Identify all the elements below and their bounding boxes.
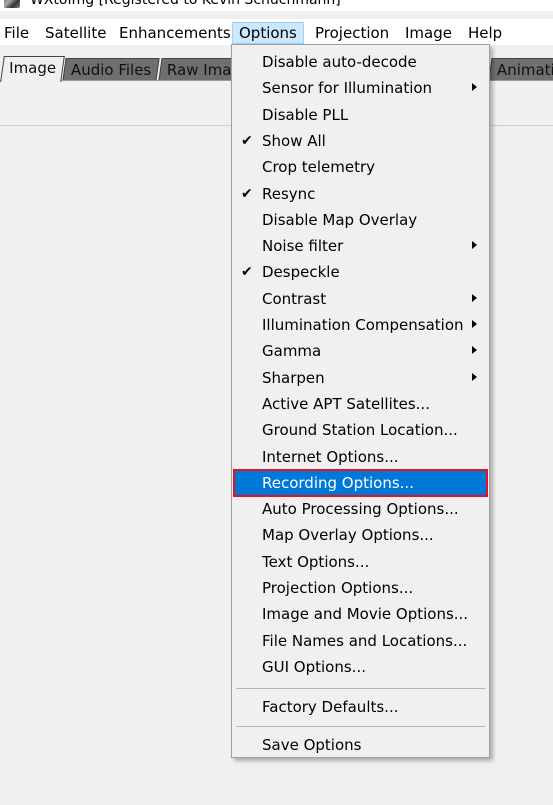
tab-image-label: Image xyxy=(9,59,57,77)
menu-item-contrast[interactable]: Contrast xyxy=(234,286,487,312)
tab-raw-image-label: Raw Ima xyxy=(166,61,232,79)
menu-item-gui-options[interactable]: GUI Options... xyxy=(234,654,487,680)
menu-help[interactable]: Help xyxy=(462,23,508,43)
menu-item-label: Disable Map Overlay xyxy=(262,210,418,229)
menu-item-save-options[interactable]: Save Options xyxy=(234,732,487,758)
menu-item-crop-telemetry[interactable]: Crop telemetry xyxy=(234,154,487,180)
menu-projection[interactable]: Projection xyxy=(309,23,395,43)
menu-item-label: GUI Options... xyxy=(262,657,366,676)
menu-item-label: Projection Options... xyxy=(262,579,414,597)
menu-item-ground-station-location[interactable]: Ground Station Location... xyxy=(234,417,487,443)
menu-item-label: Resync xyxy=(262,184,316,203)
menu-item-sensor-for-illumination[interactable]: Sensor for Illumination xyxy=(234,75,487,101)
menu-item-auto-processing-options[interactable]: Auto Processing Options... xyxy=(234,496,487,522)
menu-item-label: Sensor for Illumination xyxy=(262,79,433,98)
menu-item-factory-defaults[interactable]: Factory Defaults... xyxy=(234,694,487,720)
menu-enhancements[interactable]: Enhancements xyxy=(113,23,237,43)
submenu-arrow-icon xyxy=(472,320,477,328)
window-title: WXtoImg [Registered to Kevin Schuchmann] xyxy=(30,0,341,8)
menu-file[interactable]: File xyxy=(0,23,35,43)
menu-item-label: File Names and Locations... xyxy=(262,631,468,650)
menu-item-show-all[interactable]: ✔ Show All xyxy=(234,128,487,154)
menu-item-image-and-movie-options[interactable]: Image and Movie Options... xyxy=(234,601,487,627)
menu-item-label: Factory Defaults... xyxy=(262,698,399,717)
menu-item-active-apt-satellites[interactable]: Active APT Satellites... xyxy=(234,391,487,417)
menu-item-disable-map-overlay[interactable]: Disable Map Overlay xyxy=(234,207,487,233)
checkmark-icon: ✔ xyxy=(241,185,253,202)
menu-item-file-names-and-locations[interactable]: File Names and Locations... xyxy=(234,628,487,654)
app-icon xyxy=(4,0,20,8)
menu-item-disable-auto-decode[interactable]: Disable auto-decode xyxy=(234,49,487,75)
menu-item-label: Despeckle xyxy=(262,263,340,282)
menu-item-map-overlay-options[interactable]: Map Overlay Options... xyxy=(234,522,487,548)
submenu-arrow-icon xyxy=(472,346,477,355)
menu-item-label: Auto Processing Options... xyxy=(262,500,459,519)
menu-item-text-options[interactable]: Text Options... xyxy=(234,549,487,575)
menu-separator xyxy=(236,726,485,728)
tab-raw-image[interactable]: Raw Ima xyxy=(158,58,241,81)
menu-separator xyxy=(236,688,485,690)
menu-item-label: Active APT Satellites... xyxy=(262,394,430,413)
checkmark-icon: ✔ xyxy=(241,132,253,149)
menu-item-recording-options[interactable]: Recording Options... xyxy=(233,468,488,497)
tab-animation[interactable]: Animatio xyxy=(488,58,553,81)
menu-image[interactable]: Image xyxy=(399,23,458,43)
menu-item-label: Illumination Compensation xyxy=(262,316,464,334)
menu-item-label: Image and Movie Options... xyxy=(262,605,469,624)
menu-item-label: Recording Options... xyxy=(262,473,414,492)
menu-item-label: Sharpen xyxy=(262,368,325,387)
options-dropdown-menu: Disable auto-decode Sensor for Illuminati… xyxy=(231,44,490,758)
menu-item-disable-pll[interactable]: Disable PLL xyxy=(234,102,487,128)
tab-image[interactable]: Image xyxy=(0,56,65,82)
menu-item-gamma[interactable]: Gamma xyxy=(234,338,487,364)
submenu-arrow-icon xyxy=(472,83,477,92)
submenu-arrow-icon xyxy=(472,241,477,250)
title-bar: WXtoImg [Registered to Kevin Schuchmann] xyxy=(0,0,553,11)
menu-item-label: Gamma xyxy=(262,342,322,361)
menu-item-label: Disable auto-decode xyxy=(262,53,417,71)
menu-item-illumination-compensation[interactable]: Illumination Compensation xyxy=(234,312,487,338)
menu-item-label: Contrast xyxy=(262,289,327,308)
menu-item-sharpen[interactable]: Sharpen xyxy=(234,365,487,391)
menu-item-despeckle[interactable]: ✔ Despeckle xyxy=(234,259,487,285)
menu-item-label: Save Options xyxy=(262,736,362,755)
menu-item-label: Ground Station Location... xyxy=(262,421,458,440)
menu-item-label: Crop telemetry xyxy=(262,158,376,177)
menu-item-label: Internet Options... xyxy=(262,447,399,466)
menu-item-label: Disable PLL xyxy=(262,105,349,124)
menu-item-label: Noise filter xyxy=(262,237,344,256)
tab-audio-files[interactable]: Audio Files xyxy=(62,58,160,81)
submenu-arrow-icon xyxy=(472,293,477,302)
menu-item-resync[interactable]: ✔ Resync xyxy=(234,181,487,207)
checkmark-icon: ✔ xyxy=(241,264,253,281)
menu-item-projection-options[interactable]: Projection Options... xyxy=(234,575,487,601)
tab-animation-label: Animatio xyxy=(496,61,553,79)
menu-item-label: Show All xyxy=(262,131,326,150)
menu-item-label: Text Options... xyxy=(262,552,370,571)
menu-item-internet-options[interactable]: Internet Options... xyxy=(234,444,487,470)
tab-audio-files-label: Audio Files xyxy=(70,61,152,79)
submenu-arrow-icon xyxy=(472,372,477,381)
menu-item-label: Map Overlay Options... xyxy=(262,526,434,545)
menu-item-noise-filter[interactable]: Noise filter xyxy=(234,233,487,259)
menu-bar: File Satellite Enhancements Options Proj… xyxy=(0,19,553,45)
menu-options[interactable]: Options xyxy=(232,22,304,44)
menu-satellite[interactable]: Satellite xyxy=(39,23,112,43)
